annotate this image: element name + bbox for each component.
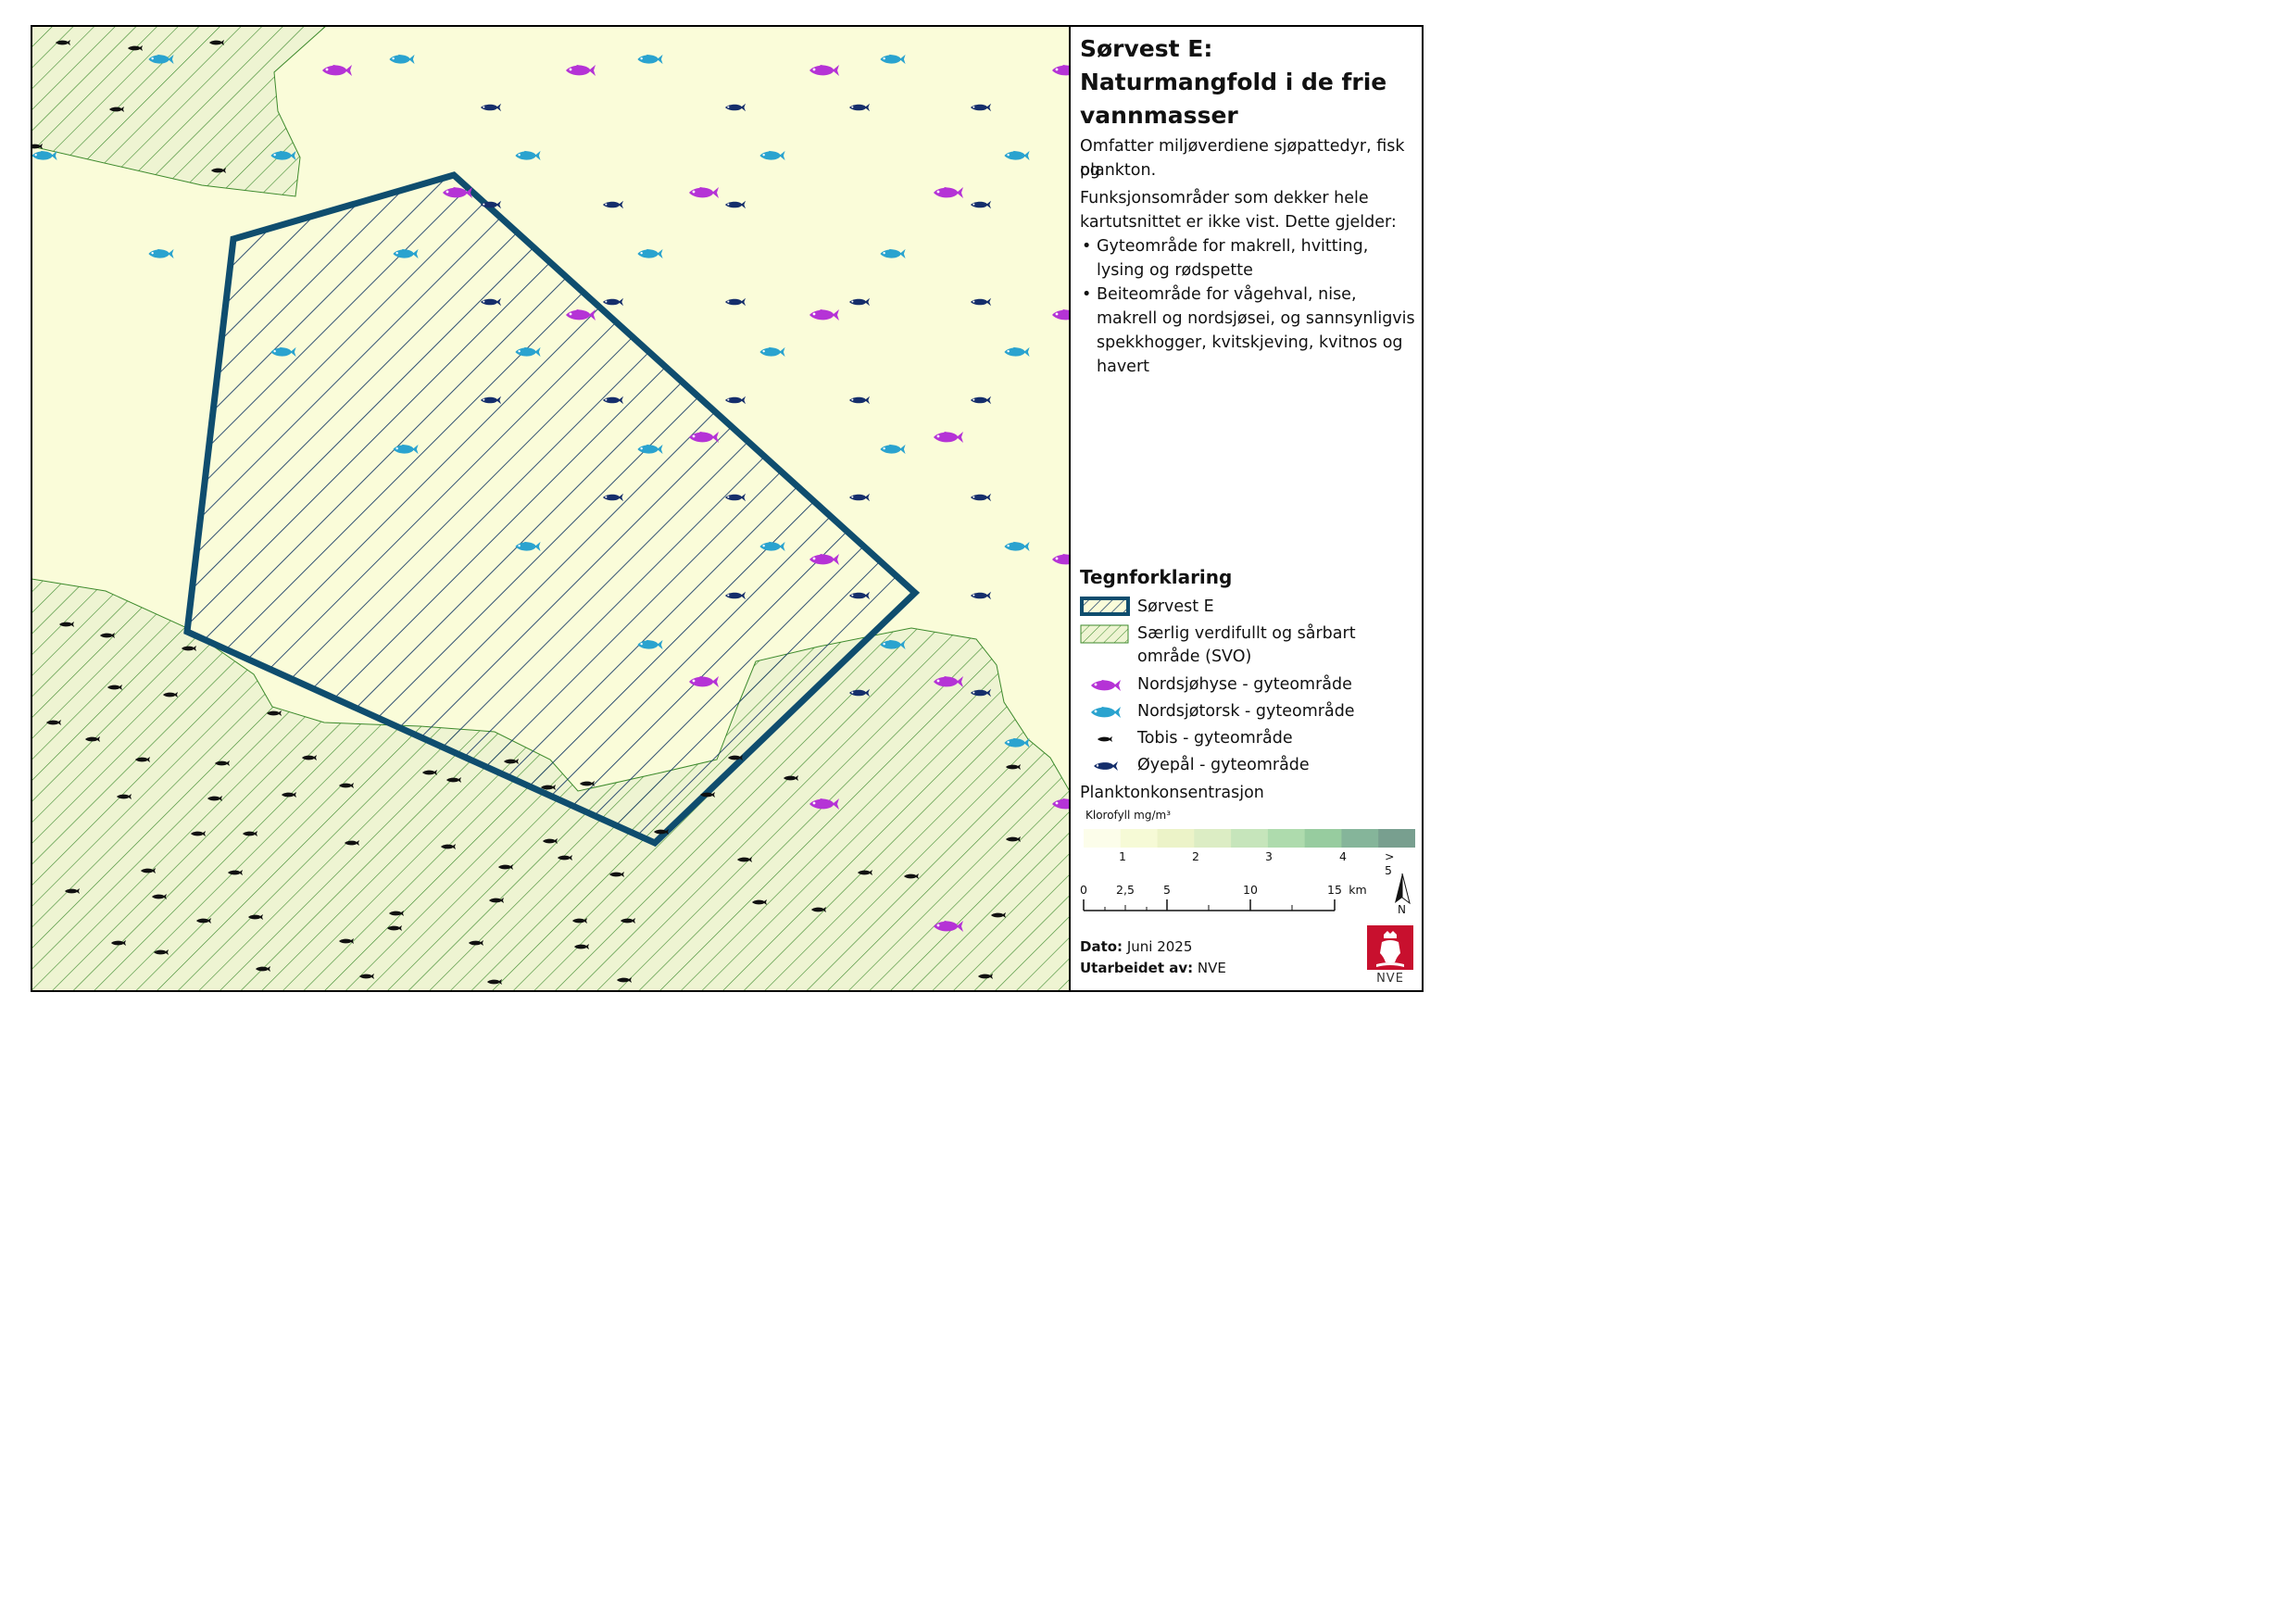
scale-bar <box>1083 899 1336 911</box>
plankton-ticks: 1 2 3 4 > 5 <box>1084 849 1415 877</box>
plankton-unit: Klorofyll mg/m³ <box>1085 809 1172 822</box>
bullet-feeding-line3: spekkhogger, kvitskjeving, kvitnos og <box>1097 333 1403 352</box>
bullet-spawning-line2: lysing og rødspette <box>1097 261 1253 280</box>
plankton-ramp-step <box>1120 829 1159 848</box>
plankton-ramp-step <box>1194 829 1232 848</box>
plankton-ramp-step <box>1231 829 1269 848</box>
map-title-line1: Sørvest E: <box>1080 35 1213 62</box>
map-title-line2: Naturmangfold i de frie <box>1080 69 1387 95</box>
plankton-tick-label: 1 <box>1119 849 1126 863</box>
legend-oyepal-icon <box>1094 761 1118 771</box>
bullet-feeding-line1: Beiteområde for vågehval, nise, <box>1097 285 1357 304</box>
plankton-color-ramp <box>1084 829 1415 848</box>
scale-tick-10: 10 <box>1243 883 1258 897</box>
plankton-ramp-step <box>1267 829 1306 848</box>
legend-tobis-label: Tobis - gyteområde <box>1137 729 1293 748</box>
bullet-spawning: Gyteområde for makrell, hvitting, lysing… <box>1082 234 1421 283</box>
plankton-ramp-step <box>1084 829 1122 848</box>
note-line1: Funksjonsområder som dekker hele <box>1080 189 1369 207</box>
legend-svo-label: Særlig verdifullt og sårbart område (SVO… <box>1137 624 1356 666</box>
legend-title: Tegnforklaring <box>1080 566 1233 588</box>
plankton-ramp-step <box>1304 829 1342 848</box>
legend-torsk-label: Nordsjøtorsk - gyteområde <box>1137 702 1355 721</box>
legend-svo-symbol <box>1080 624 1129 644</box>
bullet-spawning-line1: Gyteområde for makrell, hvitting, <box>1097 237 1369 256</box>
scale-tick-2-5: 2,5 <box>1116 883 1135 897</box>
note-line2: kartutsnittet er ikke vist. Dette gjelde… <box>1080 213 1397 232</box>
north-label: N <box>1398 903 1406 916</box>
legend-oyepal-label: Øyepål - gyteområde <box>1137 756 1310 774</box>
map[interactable] <box>31 26 1071 991</box>
plankton-tick-label: 3 <box>1265 849 1273 863</box>
legend-hyse-icon <box>1091 680 1121 691</box>
north-arrow-icon <box>1395 873 1411 905</box>
legend-sorvest-label: Sørvest E <box>1137 597 1214 616</box>
intro-line2: plankton. <box>1080 161 1157 180</box>
plankton-ramp-step <box>1157 829 1195 848</box>
scale-tick-0: 0 <box>1080 883 1087 897</box>
nve-logo: NVE <box>1367 925 1413 988</box>
scale-tick-15: 15 <box>1327 883 1342 897</box>
date-line: Dato: Juni 2025 <box>1080 938 1192 955</box>
nve-lion-emblem-icon <box>1367 925 1413 970</box>
legend-torsk-icon <box>1091 707 1121 718</box>
bullet-feeding-line2: makrell og nordsjøsei, og sannsynligvis <box>1097 309 1415 328</box>
map-title-line3: vannmasser <box>1080 102 1238 129</box>
info-panel: Sørvest E: Naturmangfold i de frie vannm… <box>1069 27 1422 990</box>
plankton-tick-label: 2 <box>1192 849 1199 863</box>
nve-logo-text: NVE <box>1376 972 1404 986</box>
plankton-title: Planktonkonsentrasjon <box>1080 784 1264 802</box>
legend-sorvest-symbol <box>1080 597 1130 616</box>
scale-tick-5: 5 <box>1163 883 1171 897</box>
plankton-tick-label: 4 <box>1339 849 1347 863</box>
date-value: Juni 2025 <box>1126 938 1193 955</box>
author-value: NVE <box>1197 960 1226 976</box>
scale-unit: km <box>1349 883 1367 897</box>
author-label: Utarbeidet av: <box>1080 960 1194 976</box>
bullet-feeding-line4: havert <box>1097 358 1149 376</box>
bullet-feeding: Beiteområde for vågehval, nise, makrell … <box>1082 283 1421 379</box>
plankton-ramp-step <box>1378 829 1415 848</box>
legend-hyse-label: Nordsjøhyse - gyteområde <box>1137 675 1352 694</box>
plankton-ramp-step <box>1341 829 1379 848</box>
legend-tobis-icon <box>1098 736 1112 742</box>
author-line: Utarbeidet av: NVE <box>1080 960 1226 976</box>
date-label: Dato: <box>1080 938 1123 955</box>
